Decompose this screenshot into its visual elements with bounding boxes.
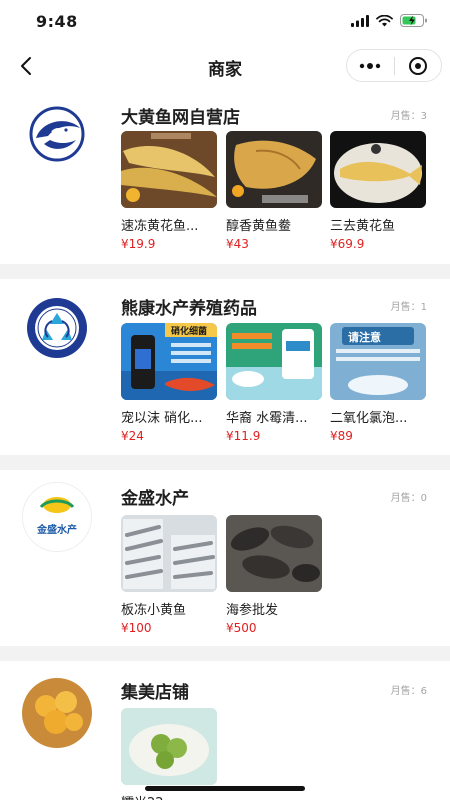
product-name: 速冻黄花鱼... [121,219,199,234]
product-item[interactable]: 请注意 二氧化氯泡... ¥89 [330,323,426,443]
product-image [226,131,322,208]
product-name: 海参批发 [226,603,279,618]
product-image [121,708,217,785]
product-item[interactable]: 硝化细菌 宠以沫 硝化... ¥24 [121,323,217,443]
store-card[interactable]: 熊康水产养殖药品 月售：1 硝化细菌 宠以沫 硝化... ¥24 华裔 水霉清.… [0,279,450,455]
store-card[interactable]: 金盛水产 金盛水产 月售：0 板冻小黄鱼 ¥100 海参批发 ¥500 [0,470,450,646]
home-indicator [145,786,305,791]
product-name: 板冻小黄鱼 [121,603,187,618]
product-banner-text: 请注意 [348,331,381,344]
wifi-icon [376,14,393,26]
store-card[interactable]: 集美店铺 月售：6 糯米22 [0,661,450,800]
product-item[interactable]: 板冻小黄鱼 ¥100 [121,515,217,635]
store-logo-text: 金盛水产 [37,525,77,536]
signal-icon [351,14,369,27]
product-price: ¥89 [330,429,353,443]
store-monthly-sales: 月售：1 [390,302,427,313]
product-price: ¥69.9 [330,237,365,251]
product-image: 硝化细菌 [121,323,217,400]
product-price: ¥500 [226,621,257,635]
store-name: 金盛水产 [121,489,189,509]
product-name: 宠以沫 硝化... [121,411,203,426]
store-name: 大黄鱼网自营店 [121,108,240,128]
navigation-bar: 商家 [0,44,450,88]
target-close-icon [408,56,427,75]
store-name: 熊康水产养殖药品 [121,299,257,319]
fish-logo-icon [29,106,85,162]
product-image [330,131,426,208]
store-name: 集美店铺 [121,683,189,703]
aquaculture-seal-icon [27,298,87,358]
status-bar: 9:48 [0,0,450,44]
store-logo [22,293,92,363]
product-name: 三去黄花鱼 [330,219,396,234]
product-price: ¥11.9 [226,429,261,443]
status-icons [351,14,428,27]
product-price: ¥19.9 [121,237,156,251]
store-logo [22,678,92,748]
store-monthly-sales: 月售：0 [390,493,427,504]
product-price: ¥43 [226,237,249,251]
store-card[interactable]: 大黄鱼网自营店 月售：3 速冻黄花鱼... ¥19.9 醇香黄鱼鲞 ¥43 三去… [0,88,450,264]
product-image [121,515,217,592]
product-image [226,323,322,400]
store-monthly-sales: 月售：6 [390,686,427,697]
product-item[interactable]: 海参批发 ¥500 [226,515,322,635]
product-name: 华裔 水霉清... [226,411,308,426]
product-name: 醇香黄鱼鲞 [226,219,292,234]
product-image [121,131,217,208]
product-item[interactable]: 醇香黄鱼鲞 ¥43 [226,131,322,251]
food-logo-icon [22,678,92,748]
store-logo [22,98,92,168]
status-time: 9:48 [36,12,78,31]
product-price: ¥100 [121,621,152,635]
product-image [226,515,322,592]
miniprogram-capsule [346,49,442,82]
product-item[interactable]: 三去黄花鱼 ¥69.9 [330,131,426,251]
product-name: 糯米22 [121,792,219,800]
close-miniprogram-button[interactable] [394,50,441,81]
product-image: 请注意 [330,323,426,400]
store-monthly-sales: 月售：3 [390,111,427,122]
product-item[interactable]: 华裔 水霉清... ¥11.9 [226,323,322,443]
more-dots-icon [360,62,381,69]
product-banner-text: 硝化细菌 [171,327,208,337]
store-logo: 金盛水产 [22,482,92,552]
product-name: 二氧化氯泡... [330,411,408,426]
more-button[interactable] [347,50,394,81]
product-item[interactable]: 速冻黄花鱼... ¥19.9 [121,131,217,251]
product-price: ¥24 [121,429,144,443]
battery-charging-icon [400,14,427,27]
